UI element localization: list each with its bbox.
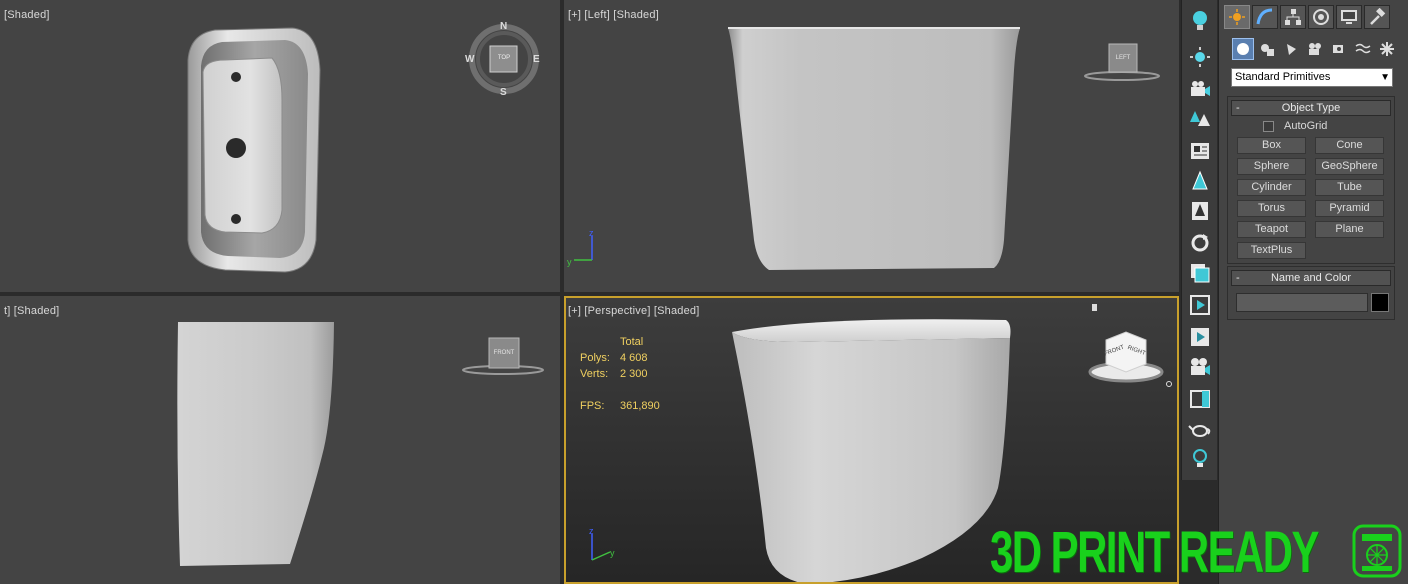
object-name-field[interactable] <box>1236 293 1368 312</box>
create-icon <box>1229 9 1245 25</box>
printer-icon <box>1352 524 1402 578</box>
collapse-icon: - <box>1236 102 1240 114</box>
autogrid-checkbox[interactable]: AutoGrid <box>1263 120 1327 132</box>
brand-watermark: 3D PRINT READY <box>990 520 1408 584</box>
viewcube-front[interactable] <box>462 337 544 375</box>
svg-text:z: z <box>589 526 594 536</box>
svg-text:y: y <box>610 548 615 558</box>
sun-icon[interactable] <box>1186 44 1214 70</box>
trees-icon[interactable] <box>1186 106 1214 132</box>
camera-icon[interactable] <box>1186 76 1214 102</box>
light-bulb-icon[interactable] <box>1186 8 1214 34</box>
printer-logo <box>1352 524 1402 578</box>
hierarchy-tab[interactable] <box>1280 5 1306 29</box>
geometry-icon[interactable] <box>1232 38 1254 60</box>
modify-tab[interactable] <box>1252 5 1278 29</box>
helpers-icon[interactable] <box>1328 38 1350 60</box>
cameras-icon[interactable] <box>1304 38 1326 60</box>
max-workspace: { "viewports": { "top": {"label": "[Shad… <box>0 0 1408 584</box>
polys-label: Polys: <box>580 352 610 364</box>
object-type-title: Object Type <box>1281 102 1341 114</box>
create-tab[interactable] <box>1224 5 1250 29</box>
fps-value: 361,890 <box>620 400 660 412</box>
hammer-icon <box>1370 8 1386 25</box>
viewcube-front-face: FRONT <box>493 350 515 356</box>
name-color-title: Name and Color <box>1270 272 1352 284</box>
viewport-left-label[interactable]: [+] [Left] [Shaded] <box>568 9 659 21</box>
category-value: Standard Primitives <box>1235 71 1331 83</box>
viewport-left[interactable]: z y [+] [Left] [Shaded] LEFT <box>564 0 1179 292</box>
camera-rig-icon[interactable] <box>1186 354 1214 380</box>
viewport-perspective-label[interactable]: [+] [Perspective] [Shaded] <box>568 305 699 317</box>
stats-header: Total <box>620 336 644 348</box>
plane-button[interactable]: Plane <box>1315 221 1384 238</box>
hierarchy-icon <box>1285 9 1301 25</box>
cylinder-button[interactable]: Cylinder <box>1237 179 1306 196</box>
bulb-small-icon[interactable] <box>1186 446 1214 472</box>
pine-icon[interactable] <box>1186 168 1214 194</box>
viewport-front[interactable]: t] [Shaded] FRONT <box>0 296 560 584</box>
frame-icon[interactable] <box>1186 386 1214 412</box>
viewport-top-label[interactable]: [Shaded] <box>4 9 50 21</box>
compass-n: N <box>500 21 508 32</box>
torus-button[interactable]: Torus <box>1237 200 1306 217</box>
teapot-icon[interactable] <box>1186 416 1214 442</box>
viewcube-left-face: LEFT <box>1115 55 1131 61</box>
object-color-swatch[interactable] <box>1371 293 1389 312</box>
brand-text: 3D PRINT READY <box>990 519 1319 584</box>
chevron-down-icon: ▼ <box>1380 72 1390 83</box>
orbit-icon[interactable] <box>1186 230 1214 256</box>
motion-tab[interactable] <box>1308 5 1334 29</box>
tree-icon[interactable] <box>1186 198 1214 224</box>
spacewarps-icon[interactable] <box>1352 38 1374 60</box>
svg-text:z: z <box>589 228 594 238</box>
display-icon <box>1341 10 1357 24</box>
motion-icon <box>1313 9 1329 25</box>
collapse-icon: - <box>1236 272 1240 284</box>
play-panel-icon[interactable] <box>1186 292 1214 318</box>
display-tab[interactable] <box>1336 5 1362 29</box>
verts-label: Verts: <box>580 368 609 380</box>
axis-gizmo-left: z y <box>567 228 594 267</box>
utilities-tab[interactable] <box>1364 5 1390 29</box>
shapes-icon[interactable] <box>1256 38 1278 60</box>
command-panel: Standard Primitives ▼ - Object Type AutoGr… <box>1218 0 1408 584</box>
pyramid-button[interactable]: Pyramid <box>1315 200 1384 217</box>
fps-label: FPS: <box>580 400 605 412</box>
sphere-button[interactable]: Sphere <box>1237 158 1306 175</box>
box-button[interactable]: Box <box>1237 137 1306 154</box>
tube-button[interactable]: Tube <box>1315 179 1384 196</box>
teapot-button[interactable]: Teapot <box>1237 221 1306 238</box>
object-type-header[interactable]: - Object Type <box>1231 100 1391 116</box>
compass-w: W <box>465 54 475 65</box>
modify-icon <box>1256 8 1273 25</box>
axis-gizmo-perspective: z y <box>589 526 615 561</box>
layers-icon[interactable] <box>1186 260 1214 286</box>
systems-icon[interactable] <box>1376 38 1398 60</box>
category-dropdown[interactable]: Standard Primitives ▼ <box>1231 68 1393 87</box>
lights-icon[interactable] <box>1280 38 1302 60</box>
media-icon[interactable] <box>1186 324 1214 350</box>
viewcube-top-face: TOP <box>497 55 511 61</box>
left-view-model: z y <box>567 27 1160 270</box>
compass-s: S <box>500 87 507 98</box>
compass-e: E <box>533 54 540 65</box>
front-view-model <box>177 322 544 566</box>
name-color-header[interactable]: - Name and Color <box>1231 270 1391 286</box>
checkbox-box[interactable] <box>1263 120 1274 132</box>
viewport-top[interactable]: [Shaded] N E S W TOP <box>0 0 560 292</box>
stats-overlay: Total Polys: 4 608 Verts: 2 300 FPS: 361,89… <box>580 334 660 414</box>
svg-text:y: y <box>567 257 572 267</box>
polys-value: 4 608 <box>620 352 648 364</box>
viewport-front-label[interactable]: t] [Shaded] <box>4 305 59 317</box>
autogrid-label: AutoGrid <box>1284 120 1328 132</box>
viewcube-left[interactable] <box>1084 43 1160 81</box>
vertical-toolbar <box>1181 0 1217 480</box>
cone-button[interactable]: Cone <box>1315 137 1384 154</box>
top-view-model <box>187 24 539 273</box>
panel-icon[interactable] <box>1186 138 1214 164</box>
verts-value: 2 300 <box>620 368 648 380</box>
textplus-button[interactable]: TextPlus <box>1237 242 1306 259</box>
geosphere-button[interactable]: GeoSphere <box>1315 158 1384 175</box>
